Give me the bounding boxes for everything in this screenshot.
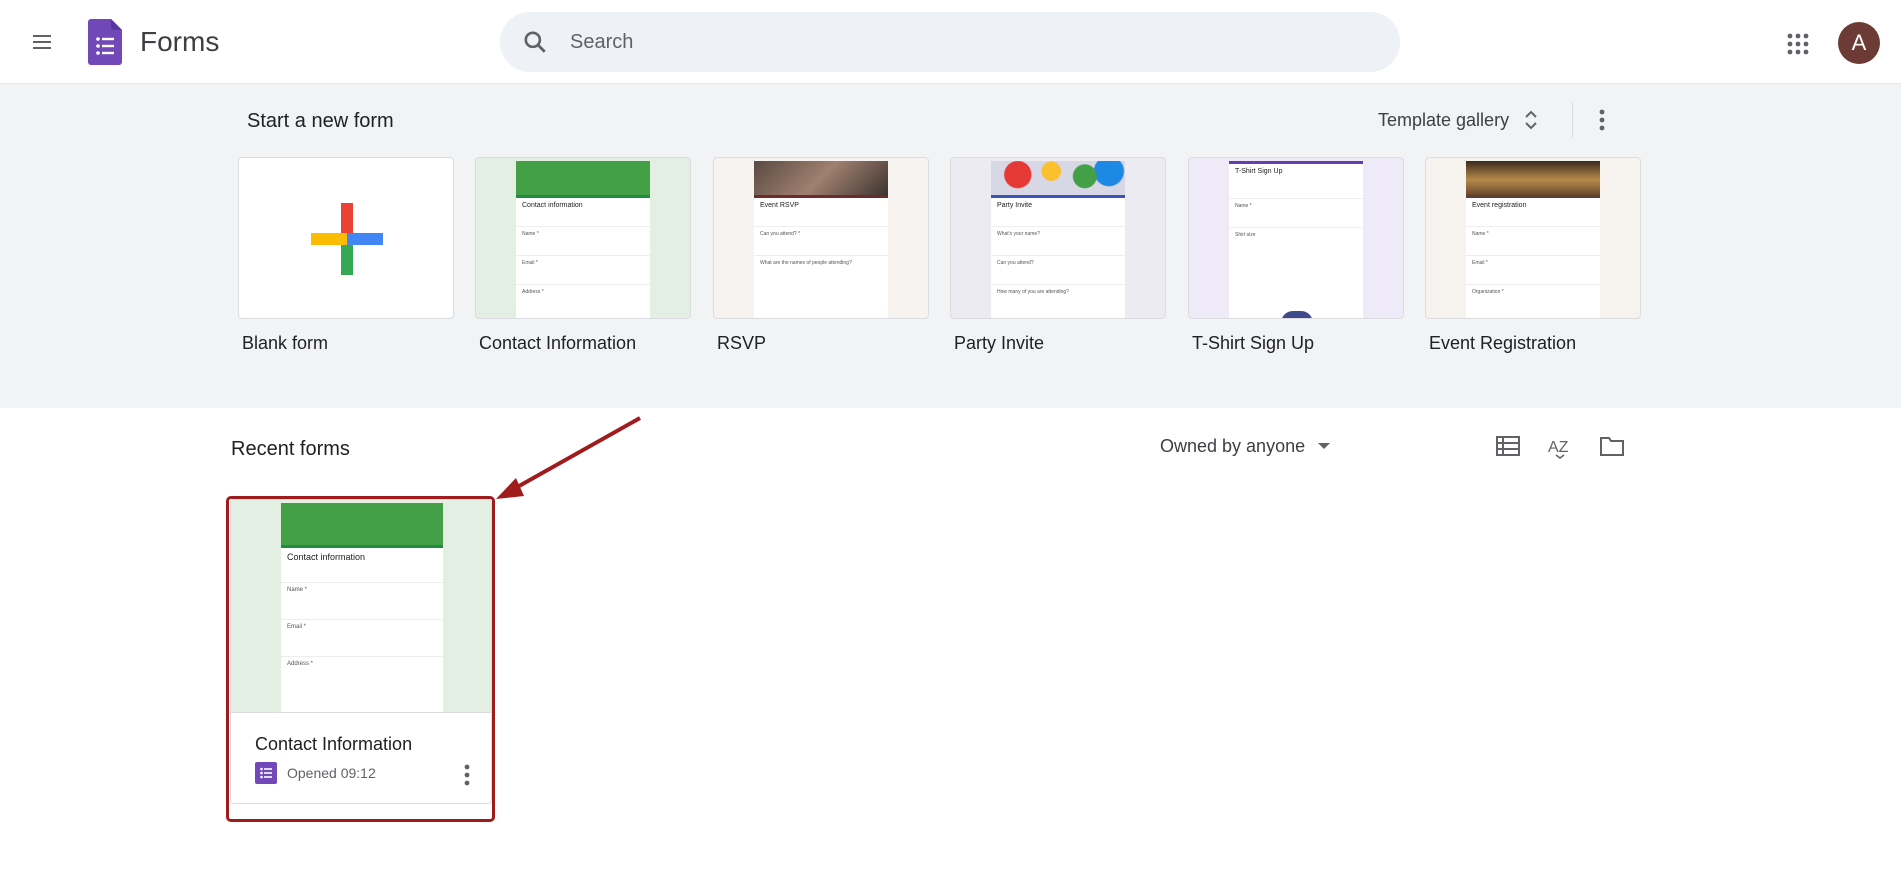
apps-grid-icon: [1787, 33, 1809, 55]
template-thumbnail[interactable]: [238, 157, 454, 319]
template-gallery-section: Start a new form Template gallery Blank …: [0, 84, 1901, 408]
sort-az-button[interactable]: AZ: [1540, 426, 1580, 466]
account-avatar[interactable]: A: [1838, 22, 1880, 64]
template-thumbnail[interactable]: Event RSVP Can you attend? * What are th…: [713, 157, 929, 319]
template-party-invite[interactable]: Party Invite What's your name? Can you a…: [950, 157, 1166, 354]
unfold-icon: [1525, 110, 1537, 130]
preview-title: T-Shirt Sign Up: [1229, 161, 1363, 195]
template-label: RSVP: [717, 333, 767, 353]
template-thumbnail[interactable]: Event registration Name * Email * Organi…: [1425, 157, 1641, 319]
search-input[interactable]: [570, 26, 1350, 58]
green-header-image: [281, 503, 443, 545]
preview-field: Organization *: [1466, 284, 1600, 310]
last-opened-time: Opened 09:12: [287, 765, 376, 781]
template-preview: T-Shirt Sign Up Name * Shirt size: [1229, 161, 1363, 318]
template-label: Contact Information: [479, 333, 637, 353]
hall-photo-header: [1466, 161, 1600, 195]
preview-field: How many of you are attending?: [991, 284, 1125, 310]
preview-title: Contact information: [281, 545, 443, 579]
preview-title: Party Invite: [991, 195, 1125, 223]
google-apps-button[interactable]: [1778, 24, 1818, 64]
template-more-options-button[interactable]: [1586, 100, 1618, 140]
divider: [1572, 102, 1573, 138]
folder-icon: [1600, 437, 1624, 456]
preview-field: Can you attend?: [991, 255, 1125, 281]
recent-forms-heading: Recent forms: [231, 438, 350, 460]
preview-field: Address *: [281, 656, 443, 690]
recent-form-card[interactable]: Contact information Name * Email * Addre…: [230, 499, 492, 804]
template-preview: Event RSVP Can you attend? * What are th…: [754, 161, 888, 318]
template-gallery-button[interactable]: Template gallery: [1366, 100, 1551, 140]
template-gallery-label: Template gallery: [1378, 109, 1510, 130]
green-header-image: [516, 161, 650, 195]
template-blank-form[interactable]: Blank form: [238, 157, 454, 354]
svg-text:AZ: AZ: [1548, 439, 1569, 456]
preview-title: Event RSVP: [754, 195, 888, 223]
preview-field: Name *: [281, 582, 443, 616]
preview-field: Shirt size: [1229, 227, 1363, 287]
template-thumbnail[interactable]: T-Shirt Sign Up Name * Shirt size: [1188, 157, 1404, 319]
form-preview: Contact information Name * Email * Addre…: [281, 503, 443, 712]
preview-field: Email *: [516, 255, 650, 281]
template-label: Event Registration: [1429, 333, 1577, 353]
balloons-header: [991, 161, 1125, 195]
preview-field: Name *: [1229, 198, 1363, 224]
tshirt-image: [1281, 311, 1313, 318]
preview-field: Name *: [1466, 226, 1600, 252]
hamburger-menu-icon: [33, 35, 51, 49]
sort-az-icon: AZ: [1548, 439, 1569, 459]
preview-field: Address *: [516, 284, 650, 310]
colorful-plus-icon: [311, 203, 383, 275]
template-event-registration[interactable]: Event registration Name * Email * Organi…: [1425, 157, 1641, 354]
search-icon[interactable]: [522, 29, 548, 55]
dropdown-arrow-icon: [1318, 443, 1331, 449]
recent-form-more-button[interactable]: [453, 758, 481, 792]
preview-title: Contact information: [516, 195, 650, 223]
template-label: Blank form: [242, 333, 329, 353]
template-preview: Event registration Name * Email * Organi…: [1466, 161, 1600, 318]
template-preview: Contact information Name * Email * Addre…: [516, 161, 650, 318]
forms-logo-icon[interactable]: [88, 19, 122, 65]
start-new-form-heading: Start a new form: [247, 110, 394, 132]
preview-field: What are the names of people attending?: [754, 255, 888, 281]
open-file-picker-button[interactable]: [1592, 426, 1632, 466]
template-label: Party Invite: [954, 333, 1045, 353]
template-thumbnail[interactable]: Contact information Name * Email * Addre…: [475, 157, 691, 319]
preview-field: Email *: [1466, 255, 1600, 281]
template-rsvp[interactable]: Event RSVP Can you attend? * What are th…: [713, 157, 929, 354]
template-thumbnail[interactable]: Party Invite What's your name? Can you a…: [950, 157, 1166, 319]
main-menu-button[interactable]: [22, 22, 62, 62]
recent-form-name: Contact Information: [255, 734, 413, 754]
more-vertical-icon: [464, 764, 470, 786]
template-tshirt-signup[interactable]: T-Shirt Sign Up Name * Shirt size T-Shir…: [1188, 157, 1404, 354]
preview-field: Name *: [516, 226, 650, 252]
list-view-icon: [1496, 436, 1520, 456]
search-bar[interactable]: [500, 12, 1400, 72]
preview-title: Event registration: [1466, 195, 1600, 223]
template-preview: Party Invite What's your name? Can you a…: [991, 161, 1125, 318]
app-header: Forms A: [0, 0, 1901, 84]
recent-form-thumbnail[interactable]: Contact information Name * Email * Addre…: [231, 500, 491, 713]
template-contact-information[interactable]: Contact information Name * Email * Addre…: [475, 157, 691, 354]
template-label: T-Shirt Sign Up: [1192, 333, 1315, 353]
list-view-button[interactable]: [1488, 426, 1528, 466]
preview-field: Email *: [281, 619, 443, 653]
forms-small-icon: [255, 762, 277, 784]
more-vertical-icon: [1599, 109, 1605, 131]
owner-filter-label: Owned by anyone: [1160, 435, 1306, 456]
recent-form-meta: Opened 09:12: [255, 762, 376, 784]
preview-field: What's your name?: [991, 226, 1125, 252]
owner-filter-dropdown[interactable]: Owned by anyone: [1150, 426, 1341, 466]
app-title[interactable]: Forms: [140, 26, 219, 58]
preview-field: Can you attend? *: [754, 226, 888, 252]
crowd-photo-header: [754, 161, 888, 195]
